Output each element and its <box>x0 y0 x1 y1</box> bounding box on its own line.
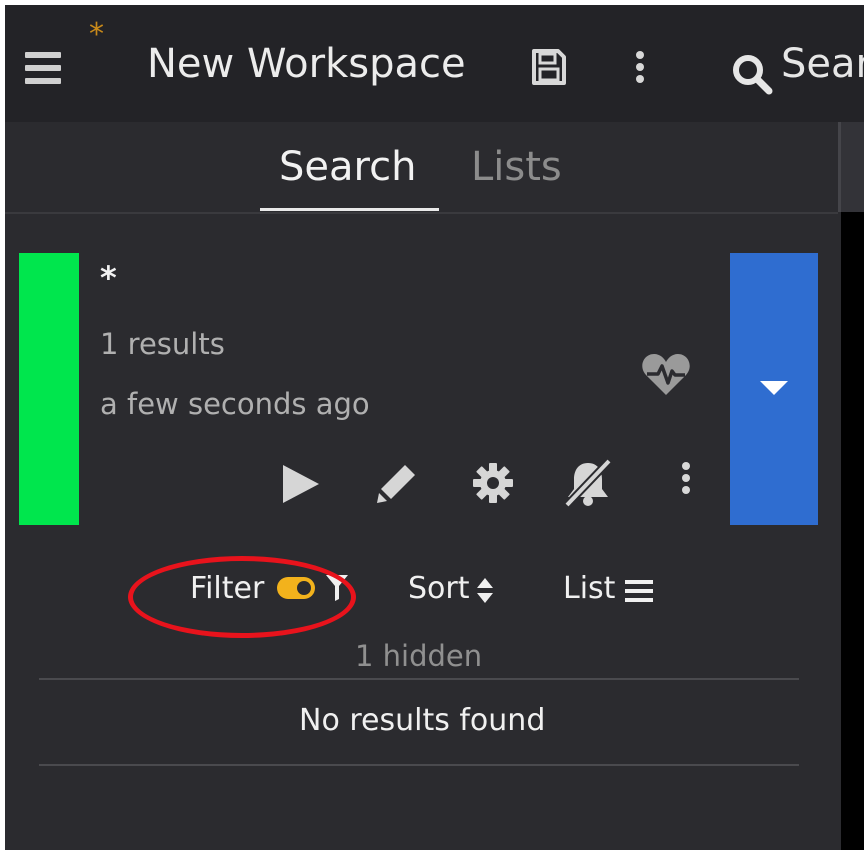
filter-label: Filter <box>190 571 265 606</box>
tab-search[interactable]: Search <box>279 144 416 190</box>
right-panel <box>841 212 864 850</box>
filter-button[interactable]: Filter <box>190 571 349 609</box>
sort-label: Sort <box>408 571 470 606</box>
search-more-icon[interactable] <box>681 462 691 498</box>
list-label: List <box>563 571 616 606</box>
search-dropdown-button[interactable] <box>730 253 818 525</box>
right-panel-header <box>841 122 864 212</box>
more-options-icon[interactable] <box>635 51 645 87</box>
hidden-count[interactable]: 1 hidden <box>355 639 482 673</box>
pencil-icon[interactable] <box>375 461 419 509</box>
save-icon[interactable] <box>531 48 567 86</box>
toggle-on-icon[interactable] <box>277 576 316 603</box>
tab-bar: Search Lists <box>5 122 838 214</box>
divider <box>39 764 799 766</box>
menu-icon[interactable] <box>25 50 63 86</box>
notifications-off-icon[interactable] <box>563 458 613 511</box>
gear-icon[interactable] <box>471 461 515 509</box>
funnel-icon[interactable] <box>326 574 349 605</box>
app-frame: * New Workspace Sear Search Lists * 1 re… <box>5 5 864 850</box>
empty-results-message: No results found <box>299 703 546 738</box>
list-view-button[interactable]: List <box>563 571 653 606</box>
caret-down-icon <box>760 381 788 395</box>
last-updated: a few seconds ago <box>100 387 370 421</box>
list-icon <box>624 579 653 602</box>
search-status-bar <box>19 253 79 525</box>
unsaved-indicator: * <box>89 17 104 52</box>
search-name: * <box>100 259 117 297</box>
search-button-label: Sear <box>781 41 864 87</box>
sort-button[interactable]: Sort <box>408 571 493 607</box>
divider <box>39 678 799 680</box>
sort-icon <box>476 577 493 603</box>
play-icon[interactable] <box>281 463 321 509</box>
app-header: * New Workspace Sear <box>5 5 864 122</box>
tab-lists[interactable]: Lists <box>471 144 562 190</box>
active-tab-indicator <box>260 208 439 211</box>
result-count: 1 results <box>100 327 225 361</box>
workspace-title[interactable]: New Workspace <box>147 41 466 87</box>
heartbeat-icon[interactable] <box>641 353 691 397</box>
search-icon <box>733 55 773 95</box>
